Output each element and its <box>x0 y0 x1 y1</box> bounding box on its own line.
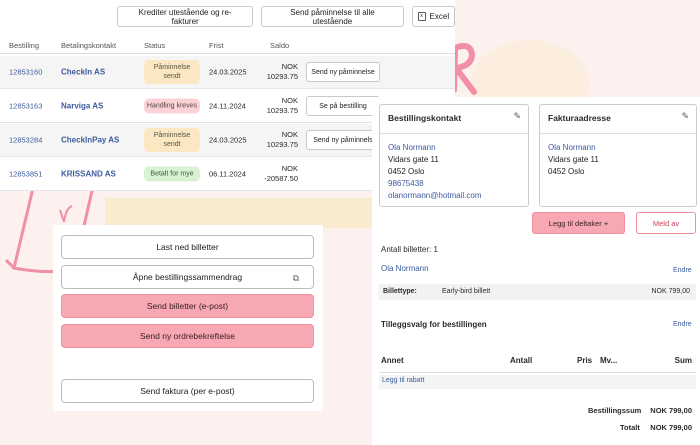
other-table-header: Annet Antall Pris Mv... Sum <box>379 353 696 373</box>
col-header-saldo[interactable]: Saldo <box>270 41 289 50</box>
invoice-city: 0452 Oslo <box>548 167 585 176</box>
open-summary-label: Åpne bestillingssammendrag <box>132 272 243 282</box>
contact-details: Ola Normann Vidars gate 11 0452 Oslo 986… <box>388 142 482 202</box>
saldo-currency: NOK <box>281 62 298 71</box>
col-header-status[interactable]: Status <box>144 41 165 50</box>
divider <box>380 133 528 134</box>
order-sum-value: NOK 799,00 <box>650 406 692 415</box>
edit-participant-link[interactable]: Endre <box>673 267 692 274</box>
saldo-amount: -20587.50 <box>264 174 298 183</box>
send-new-reminder-button[interactable]: Send ny påminnels <box>306 130 380 150</box>
total-label: Totalt <box>620 423 640 432</box>
ticket-count: Antall billetter: 1 <box>381 245 438 254</box>
send-new-reminder-button[interactable]: Send ny påminnelse <box>306 62 380 82</box>
participant-name[interactable]: Ola Normann <box>381 264 429 273</box>
col-header-due[interactable]: Frist <box>209 41 224 50</box>
open-summary-button[interactable]: Åpne bestillingssammendrag ⧉ <box>61 265 314 289</box>
saldo: NOK 10293.75 <box>258 62 298 82</box>
contact-phone[interactable]: 98675438 <box>388 178 482 190</box>
add-discount-row[interactable]: Legg til rabatt <box>379 375 696 389</box>
invoice-details: Ola Normann Vidars gate 11 0452 Oslo <box>548 142 599 178</box>
send-reminder-all-button[interactable]: Send påminnelse til alle utestående <box>261 6 404 27</box>
payment-contact[interactable]: KRISSAND AS <box>61 170 116 179</box>
cancel-booking-button[interactable]: Meld av <box>636 212 696 234</box>
booking-number[interactable]: 12853284 <box>9 136 42 145</box>
table-actions: Krediter utestående og re-fakturer Send … <box>117 6 455 27</box>
status-badge: Handling kreves <box>144 98 200 114</box>
add-discount-link[interactable]: Legg til rabatt <box>382 377 424 384</box>
ticket-type-row: Billettype: Early-bird billett NOK 799,0… <box>379 284 696 300</box>
status-badge: Påminnelse sendt <box>144 128 200 152</box>
invoice-address-card: Fakturaadresse ✎ Ola Normann Vidars gate… <box>539 104 697 207</box>
contact-email[interactable]: olanormann@hotmail.com <box>388 190 482 202</box>
pencil-icon[interactable]: ✎ <box>513 111 521 122</box>
send-invoice-button[interactable]: Send faktura (per e-post) <box>61 379 314 403</box>
extras-title: Tilleggsvalg for bestillingen <box>381 320 487 329</box>
col-header-other: Annet <box>381 356 404 365</box>
ticket-price: NOK 799,00 <box>651 288 690 295</box>
saldo: NOK 10293.75 <box>258 96 298 116</box>
total-value: NOK 799,00 <box>650 423 692 432</box>
payment-contact[interactable]: CheckIn AS <box>61 68 105 77</box>
excel-icon: x <box>417 12 426 21</box>
saldo-amount: 10293.75 <box>266 72 298 81</box>
invoice-name: Ola Normann <box>548 143 596 152</box>
booking-number[interactable]: 12853851 <box>9 170 42 179</box>
due-date: 06.11.2024 <box>209 169 246 179</box>
saldo-currency: NOK <box>281 96 298 105</box>
col-header-contact[interactable]: Betalingskontakt <box>61 41 116 50</box>
table-header: Bestilling Betalingskontakt Status Frist… <box>0 38 455 54</box>
payment-contact[interactable]: CheckInPay AS <box>61 136 119 145</box>
col-header-sum: Sum <box>674 356 692 365</box>
col-header-vat: Mv... <box>600 356 618 365</box>
payment-contact[interactable]: Narviga AS <box>61 102 103 111</box>
contact-street: Vidars gate 11 <box>388 155 439 164</box>
saldo-currency: NOK <box>281 164 298 173</box>
divider <box>540 133 696 134</box>
credit-reinvoice-button[interactable]: Krediter utestående og re-fakturer <box>117 6 254 27</box>
col-header-quantity: Antall <box>510 356 533 365</box>
saldo: NOK -20587.50 <box>258 164 298 184</box>
external-link-icon: ⧉ <box>292 273 299 283</box>
view-booking-button[interactable]: Se på bestilling <box>306 96 380 116</box>
excel-export-button[interactable]: x Excel <box>411 6 455 27</box>
download-tickets-button[interactable]: Last ned billetter <box>61 235 314 259</box>
col-header-price: Pris <box>577 356 593 365</box>
edit-extras-link[interactable]: Endre <box>673 321 692 328</box>
add-participant-button[interactable]: Legg til deltaker + <box>532 212 625 234</box>
due-date: 24.11.2024 <box>209 101 246 111</box>
booking-number[interactable]: 12853160 <box>9 68 42 77</box>
contact-name: Ola Normann <box>388 143 436 152</box>
excel-label: Excel <box>429 12 450 21</box>
booking-detail-panel: Bestillingskontakt ✎ Ola Normann Vidars … <box>372 97 700 445</box>
saldo: NOK 10293.75 <box>258 130 298 150</box>
invoice-street: Vidars gate 11 <box>548 155 599 164</box>
saldo-currency: NOK <box>281 130 298 139</box>
pencil-icon[interactable]: ✎ <box>681 111 689 122</box>
send-tickets-button[interactable]: Send billetter (e-post) <box>61 294 314 318</box>
order-sum-label: Bestillingssum <box>588 406 642 415</box>
ticket-type-value: Early-bird billett <box>442 288 491 295</box>
table-row[interactable]: 12853160 CheckIn AS Påminnelse sendt 24.… <box>0 56 455 89</box>
due-date: 24.03.2025 <box>209 135 247 145</box>
status-badge: Påminnelse sendt <box>144 60 200 84</box>
saldo-amount: 10293.75 <box>266 140 298 149</box>
card-title: Bestillingskontakt <box>388 113 462 123</box>
col-header-booking[interactable]: Bestilling <box>9 41 39 50</box>
decor-yellow-block <box>105 198 375 228</box>
booking-contact-card: Bestillingskontakt ✎ Ola Normann Vidars … <box>379 104 529 207</box>
ticket-type-label: Billettype: <box>383 288 417 295</box>
status-badge: Betalt for mye <box>144 166 200 182</box>
send-order-confirmation-button[interactable]: Send ny ordrebekreftelse <box>61 324 314 348</box>
booking-number[interactable]: 12853163 <box>9 102 42 111</box>
card-title: Fakturaadresse <box>548 113 611 123</box>
saldo-amount: 10293.75 <box>266 106 298 115</box>
contact-city: 0452 Oslo <box>388 167 425 176</box>
booking-actions-panel: Last ned billetter Åpne bestillingssamme… <box>53 225 323 411</box>
due-date: 24.03.2025 <box>209 67 247 77</box>
